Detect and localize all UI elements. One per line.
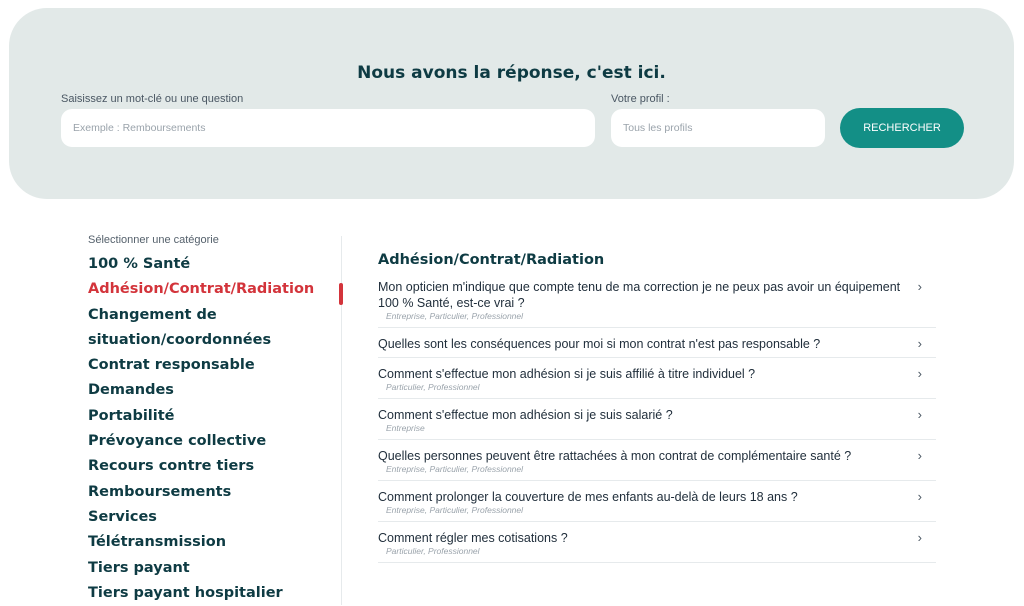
page-title: Nous avons la réponse, c'est ici. bbox=[357, 63, 666, 84]
profile-select[interactable] bbox=[611, 109, 825, 147]
question-item[interactable]: Quelles personnes peuvent être rattachée… bbox=[378, 440, 936, 482]
category-item[interactable]: Tiers payant hospitalier bbox=[88, 581, 338, 606]
category-item[interactable]: Adhésion/Contrat/Radiation bbox=[88, 277, 338, 302]
question-text: Comment prolonger la couverture de mes e… bbox=[378, 490, 798, 505]
question-item[interactable]: Mon opticien m'indique que compte tenu d… bbox=[378, 279, 936, 329]
question-tags: Entreprise, Particulier, Professionnel bbox=[386, 311, 524, 322]
question-text: Quelles sont les conséquences pour moi s… bbox=[378, 337, 821, 352]
active-category-marker bbox=[339, 283, 343, 305]
question-item[interactable]: Comment prolonger la couverture de mes e… bbox=[378, 481, 936, 523]
section-title: Adhésion/Contrat/Radiation bbox=[378, 252, 605, 269]
question-item[interactable]: Quelles sont les conséquences pour moi s… bbox=[378, 328, 936, 359]
category-item[interactable]: Changement de situation/coordonnées bbox=[88, 303, 338, 354]
category-item[interactable]: Demandes bbox=[88, 378, 338, 403]
category-item[interactable]: Services bbox=[88, 505, 338, 530]
profile-label: Votre profil : bbox=[611, 93, 670, 105]
chevron-right-icon: › bbox=[917, 448, 922, 464]
chevron-right-icon: › bbox=[917, 489, 922, 505]
question-text: Comment s'effectue mon adhésion si je su… bbox=[378, 367, 756, 382]
category-item[interactable]: Recours contre tiers bbox=[88, 454, 338, 479]
question-tags: Entreprise, Particulier, Professionnel bbox=[386, 505, 524, 516]
question-tags: Entreprise bbox=[386, 423, 425, 434]
category-item[interactable]: 100 % Santé bbox=[88, 252, 338, 277]
category-list: 100 % Santé Adhésion/Contrat/Radiation Cha… bbox=[88, 252, 338, 606]
question-tags: Particulier, Professionnel bbox=[386, 382, 480, 393]
question-item[interactable]: Comment s'effectue mon adhésion si je su… bbox=[378, 358, 936, 400]
keyword-label: Saisissez un mot-clé ou une question bbox=[61, 93, 244, 105]
question-text: Quelles personnes peuvent être rattachée… bbox=[378, 449, 852, 464]
category-sidebar: Sélectionner une catégorie 100 % Santé Ad… bbox=[88, 234, 338, 606]
search-panel: Nous avons la réponse, c'est ici. Saisis… bbox=[9, 8, 1014, 199]
chevron-right-icon: › bbox=[917, 336, 922, 352]
chevron-right-icon: › bbox=[917, 279, 922, 295]
category-item[interactable]: Télétransmission bbox=[88, 530, 338, 555]
category-item[interactable]: Contrat responsable bbox=[88, 353, 338, 378]
category-item[interactable]: Tiers payant bbox=[88, 556, 338, 581]
category-item[interactable]: Prévoyance collective bbox=[88, 429, 338, 454]
chevron-right-icon: › bbox=[917, 366, 922, 382]
faq-content: Adhésion/Contrat/Radiation Mon opticien … bbox=[378, 240, 936, 564]
chevron-right-icon: › bbox=[917, 407, 922, 423]
question-text: Comment s'effectue mon adhésion si je su… bbox=[378, 408, 673, 423]
chevron-right-icon: › bbox=[917, 530, 922, 546]
category-item[interactable]: Remboursements bbox=[88, 480, 338, 505]
category-item[interactable]: Portabilité bbox=[88, 404, 338, 429]
search-button[interactable]: RECHERCHER bbox=[840, 108, 964, 148]
search-input[interactable] bbox=[61, 109, 595, 147]
category-label: Sélectionner une catégorie bbox=[88, 234, 219, 246]
question-list: Mon opticien m'indique que compte tenu d… bbox=[378, 279, 936, 564]
question-text: Comment régler mes cotisations ? bbox=[378, 531, 568, 546]
question-text: Mon opticien m'indique que compte tenu d… bbox=[378, 280, 901, 311]
question-item[interactable]: Comment s'effectue mon adhésion si je su… bbox=[378, 399, 936, 441]
question-tags: Particulier, Professionnel bbox=[386, 546, 480, 557]
question-tags: Entreprise, Particulier, Professionnel bbox=[386, 464, 524, 475]
question-item[interactable]: Comment régler mes cotisations ? Particul… bbox=[378, 522, 936, 564]
